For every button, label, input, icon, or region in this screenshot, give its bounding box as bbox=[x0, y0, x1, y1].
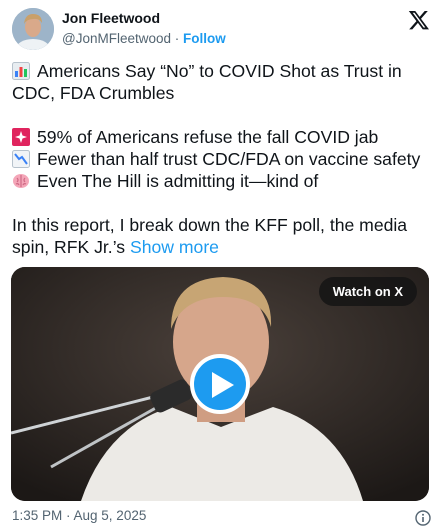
author-name[interactable]: Jon Fleetwood bbox=[62, 10, 160, 26]
video-player[interactable]: Watch on X bbox=[11, 267, 429, 501]
tweet-timestamp[interactable]: 1:35 PM · Aug 5, 2025 bbox=[12, 508, 146, 523]
bullet-1: 59% of Americans refuse the fall COVID j… bbox=[12, 126, 436, 148]
watch-on-x-button[interactable]: Watch on X bbox=[318, 277, 417, 306]
avatar[interactable] bbox=[12, 8, 54, 50]
bar-chart-icon bbox=[12, 62, 30, 80]
brain-icon bbox=[12, 172, 30, 190]
show-more-link[interactable]: Show more bbox=[130, 236, 219, 258]
tweet-text: Americans Say “No” to COVID Shot as Trus… bbox=[12, 60, 436, 258]
play-icon bbox=[212, 372, 234, 398]
follow-button[interactable]: Follow bbox=[183, 31, 226, 46]
play-button[interactable] bbox=[190, 354, 250, 414]
bullet-3: Even The Hill is admitting it—kind of bbox=[12, 170, 436, 192]
author-handle-row: @JonMFleetwood · Follow bbox=[62, 31, 226, 46]
siren-icon bbox=[12, 128, 30, 146]
bullet-2-text: Fewer than half trust CDC/FDA on vaccine… bbox=[37, 149, 421, 169]
body-text-2: spin, RFK Jr.’s bbox=[12, 237, 126, 257]
body-line-2: spin, RFK Jr.’s Show more bbox=[12, 236, 436, 258]
title-text-1: Americans Say “No” to COVID Shot as Trus… bbox=[37, 61, 402, 81]
bullet-2: Fewer than half trust CDC/FDA on vaccine… bbox=[12, 148, 436, 170]
separator: · bbox=[174, 31, 180, 46]
body-line-1: In this report, I break down the KFF pol… bbox=[12, 214, 436, 236]
title-line-2: CDC, FDA Crumbles bbox=[12, 82, 436, 104]
bullet-3-text: Even The Hill is admitting it—kind of bbox=[37, 171, 319, 191]
author-handle[interactable]: @JonMFleetwood bbox=[62, 31, 171, 46]
chart-decreasing-icon bbox=[12, 150, 30, 168]
title-line: Americans Say “No” to COVID Shot as Trus… bbox=[12, 60, 436, 82]
body-text-1: In this report, I break down the KFF pol… bbox=[12, 215, 408, 235]
title-text-2: CDC, FDA Crumbles bbox=[12, 83, 175, 103]
bullet-1-text: 59% of Americans refuse the fall COVID j… bbox=[37, 127, 379, 147]
x-logo-icon[interactable] bbox=[408, 9, 430, 31]
info-icon[interactable] bbox=[415, 510, 431, 526]
tweet-card: Jon Fleetwood @JonMFleetwood · Follow Am… bbox=[0, 0, 446, 526]
